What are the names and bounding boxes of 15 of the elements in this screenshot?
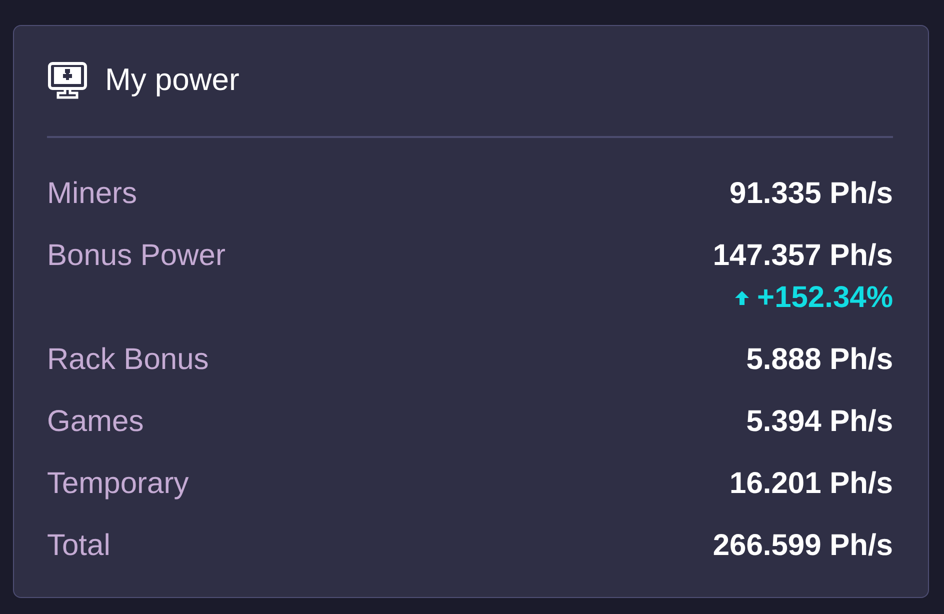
stat-label: Bonus Power [47,238,226,274]
stat-value: 5.888 Ph/s [746,342,893,378]
stat-value: 266.599 Ph/s [712,528,893,564]
stat-value: 16.201 Ph/s [730,466,893,502]
stat-label: Total [47,528,110,564]
stat-label: Miners [47,176,138,212]
stat-label: Rack Bonus [47,342,209,378]
change-percent: +152.34% [757,280,893,316]
monitor-icon [48,62,87,98]
card-title: My power [105,61,240,99]
stat-value: 147.357 Ph/s [712,238,893,274]
stat-label: Temporary [47,466,189,502]
stat-label: Games [47,404,144,440]
stat-value: 5.394 Ph/s [746,404,893,440]
stat-value: 91.335 Ph/s [730,176,893,212]
